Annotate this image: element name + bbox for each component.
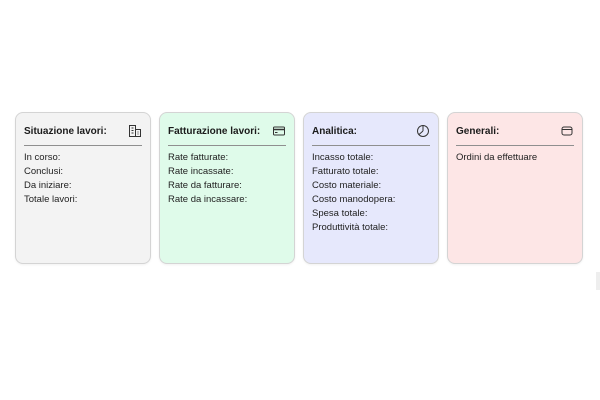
list-item: Totale lavori: [24,194,78,205]
list-item: Costo manodopera: [312,194,396,205]
card-title: Situazione lavori: [24,125,107,137]
card-situazione-lavori: Situazione lavori: In corso: Conclusi: D… [15,112,151,264]
card-list: Incasso totale: Fatturato totale: Costo … [312,151,430,235]
card-header: Situazione lavori: [24,121,142,146]
card-title: Analitica: [312,125,358,137]
card-header: Fatturazione lavori: [168,121,286,146]
pie-chart-icon [416,124,430,138]
list-item: In corso: [24,152,61,163]
list-item: Rate da fatturare: [168,180,242,191]
list-item: Rate incassate: [168,166,234,177]
card-list: In corso: Conclusi: Da iniziare: Totale … [24,151,142,207]
card-list: Ordini da effettuare [456,151,574,165]
list-item: Rate da incassare: [168,194,248,205]
summary-cards: Situazione lavori: In corso: Conclusi: D… [15,112,583,264]
list-item: Da iniziare: [24,180,72,191]
list-item: Costo materiale: [312,180,382,191]
list-item-ordini[interactable]: Ordini da effettuare [456,151,574,165]
list-item: Rate fatturate: [168,152,229,163]
scrollbar[interactable] [596,272,600,290]
card-header: Generali: [456,121,574,146]
list-item: Spesa totale: [312,208,368,219]
card-header: Analitica: [312,121,430,146]
card-title: Generali: [456,125,500,137]
credit-card-icon [272,124,286,138]
list-item: Incasso totale: [312,152,374,163]
list-item: Produttività totale: [312,222,389,233]
archive-icon [560,124,574,138]
card-analitica: Analitica: Incasso totale: Fatturato tot… [303,112,439,264]
card-title: Fatturazione lavori: [168,125,261,137]
list-item: Fatturato totale: [312,166,379,177]
card-list: Rate fatturate: Rate incassate: Rate da … [168,151,286,207]
dashboard-page: Situazione lavori: In corso: Conclusi: D… [0,0,600,400]
card-generali: Generali: Ordini da effettuare [447,112,583,264]
list-item: Conclusi: [24,166,64,177]
card-fatturazione-lavori: Fatturazione lavori: Rate fatturate: Rat… [159,112,295,264]
buildings-icon [128,124,142,138]
